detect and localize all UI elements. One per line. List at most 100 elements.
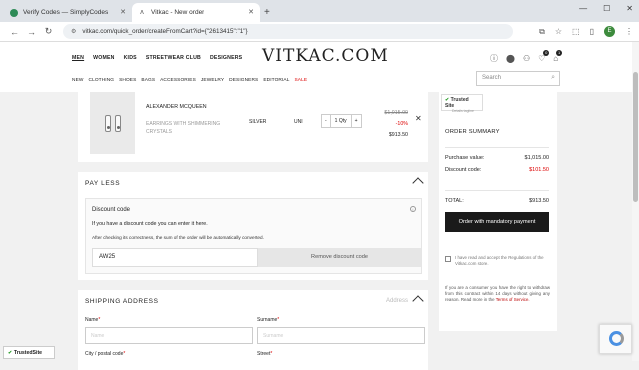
cart-icon[interactable]: ⌂ 1 — [553, 50, 563, 63]
window-close-icon[interactable]: ✕ — [626, 4, 633, 13]
city-label: City / postal code* — [85, 351, 126, 357]
info-icon[interactable]: i — [410, 206, 416, 212]
wishlist-icon[interactable]: ♡ 0 — [538, 50, 550, 63]
extensions-icon[interactable]: ⬚ — [572, 27, 580, 36]
recaptcha-badge[interactable] — [599, 324, 632, 354]
discount-code-input[interactable]: AW25 — [92, 248, 258, 267]
chevron-up-icon[interactable] — [412, 177, 424, 189]
earring-icon — [104, 114, 111, 132]
cat-accessories[interactable]: ACCESSORIES — [160, 78, 196, 83]
nav-streetwear-club[interactable]: STREETWEAR CLUB — [146, 55, 201, 61]
shipping-address-section: SHIPPING ADDRESS Address Name* Name Surn… — [78, 290, 428, 370]
chevron-up-icon[interactable] — [412, 295, 424, 307]
qty-plus-button[interactable]: + — [352, 118, 361, 124]
divider — [445, 147, 549, 148]
shipping-title: SHIPPING ADDRESS — [85, 298, 159, 305]
purchase-label: Purchase value: — [445, 155, 485, 161]
minimize-icon[interactable]: — — [579, 4, 587, 13]
cart-item: ALEXANDER MCQUEEN EARRINGS WITH SHIMMERI… — [78, 92, 428, 162]
old-price: $1,015.00 — [384, 110, 408, 116]
trusted-site-label: TrustedSite — [13, 350, 43, 356]
pay-less-section: PAY LESS Discount code i If you have a d… — [78, 172, 428, 280]
maximize-icon[interactable]: ☐ — [603, 4, 610, 13]
browser-tab-strip: Verify Codes — SimplyCodes ✕ ʌ Vitkac - … — [0, 0, 639, 22]
remove-discount-code-button[interactable]: Remove discount code — [258, 248, 421, 267]
accept-regulations: I have read and accept the Regulations o… — [445, 255, 550, 267]
tab-vitkac[interactable]: ʌ Vitkac - New order ✕ — [132, 3, 260, 22]
forward-icon[interactable]: → — [23, 27, 40, 37]
tab-title: Verify Codes — SimplyCodes — [23, 9, 109, 16]
nav-women[interactable]: WOMEN — [93, 55, 114, 61]
accept-text: I have read and accept the Regulations o… — [455, 255, 544, 266]
bookmark-star-icon[interactable]: ☆ — [555, 27, 562, 36]
qty-value[interactable]: 1 Qty — [329, 115, 352, 127]
simplycodes-favicon-icon — [10, 8, 18, 17]
window-controls: — ☐ ✕ — [579, 4, 633, 13]
cat-bags[interactable]: BAGS — [141, 78, 155, 83]
profile-avatar[interactable]: E — [604, 26, 615, 37]
back-icon[interactable]: ← — [6, 27, 23, 37]
us-flag-icon[interactable]: ⬤ — [506, 54, 515, 63]
header-icons: ⓘ ⬤ ⚇ ♡ 0 ⌂ 1 — [490, 50, 563, 64]
discount-hint: If you have a discount code you can ente… — [92, 221, 208, 227]
trusted-site-badge[interactable]: ✔ Trusted Site Details tagline — [441, 94, 483, 113]
cat-jewelry[interactable]: JEWELRY — [201, 78, 224, 83]
pay-less-title: PAY LESS — [85, 180, 121, 187]
cat-sale[interactable]: SALE — [294, 78, 307, 83]
discount-percent: -10% — [395, 121, 408, 127]
search-icon[interactable]: ⌕ — [551, 74, 555, 82]
address-link[interactable]: Address — [386, 298, 408, 304]
trusted-title: Trusted Site — [445, 97, 469, 109]
trusted-site-floating-badge[interactable]: ✔ TrustedSite — [3, 346, 55, 359]
help-icon[interactable]: ⓘ — [490, 53, 498, 64]
name-label: Name* — [85, 317, 101, 323]
scrollbar-thumb[interactable] — [633, 72, 638, 202]
check-icon: ✔ — [8, 350, 13, 356]
discount-value: $101.50 — [529, 167, 549, 173]
site-info-icon[interactable]: ⚙ — [71, 28, 76, 35]
accept-checkbox[interactable] — [445, 256, 451, 262]
close-tab-icon[interactable]: ✕ — [248, 8, 254, 16]
search-input[interactable]: Search ⌕ — [476, 71, 560, 86]
total-label: TOTAL: — [445, 198, 464, 204]
total-value: $913.50 — [529, 198, 549, 204]
cat-designers[interactable]: DESIGNERS — [229, 78, 258, 83]
order-with-payment-button[interactable]: Order with mandatory payment — [445, 212, 549, 232]
discount-label: Discount code: — [445, 167, 482, 173]
nav-men[interactable]: MEN — [72, 55, 84, 61]
reload-icon[interactable]: ↻ — [40, 26, 57, 37]
cat-editorial[interactable]: EDITORIAL — [263, 78, 289, 83]
product-name: EARRINGS WITH SHIMMERING CRYSTALS — [146, 121, 221, 135]
cat-clothing[interactable]: CLOTHING — [89, 78, 115, 83]
quantity-stepper: - 1 Qty + — [321, 114, 362, 128]
close-tab-icon[interactable]: ✕ — [120, 8, 126, 16]
product-image — [90, 92, 135, 154]
site-logo[interactable]: VITKAC.COM — [262, 46, 389, 66]
surname-label: Surname* — [257, 317, 280, 323]
url-text: vitkac.com/quick_order/createFromCart?id… — [82, 28, 248, 35]
page-scrollbar[interactable] — [632, 42, 639, 361]
order-summary-title: ORDER SUMMARY — [445, 129, 500, 135]
product-brand: ALEXANDER MCQUEEN — [146, 104, 207, 110]
tab-simplycodes[interactable]: Verify Codes — SimplyCodes ✕ — [4, 3, 132, 22]
sidebar-icon[interactable]: ▯ — [590, 27, 594, 36]
nav-kids[interactable]: KIDS — [124, 55, 137, 61]
checkout-main: ALEXANDER MCQUEEN EARRINGS WITH SHIMMERI… — [78, 92, 428, 370]
terms-of-service-link[interactable]: Terms of Service. — [496, 297, 530, 302]
url-field[interactable]: ⚙ vitkac.com/quick_order/createFromCart?… — [63, 24, 513, 39]
remove-item-icon[interactable]: ✕ — [415, 114, 422, 123]
vitkac-favicon-icon: ʌ — [138, 8, 146, 17]
name-field[interactable]: Name — [85, 327, 253, 344]
account-icon[interactable]: ⚇ — [523, 54, 530, 63]
address-bar: ← → ↻ ⚙ vitkac.com/quick_order/createFro… — [0, 22, 639, 42]
cat-new[interactable]: NEW — [72, 78, 84, 83]
order-summary-panel: ✔ Trusted Site Details tagline ORDER SUM… — [439, 92, 557, 331]
new-tab-button[interactable]: + — [264, 3, 270, 22]
cat-shoes[interactable]: SHOES — [119, 78, 136, 83]
qty-minus-button[interactable]: - — [322, 118, 330, 124]
translate-icon[interactable]: ⧉ — [539, 27, 545, 37]
surname-field[interactable]: Surname — [257, 327, 425, 344]
nav-designers[interactable]: DESIGNERS — [210, 55, 242, 61]
menu-kebab-icon[interactable]: ⋮ — [625, 27, 633, 36]
discount-row: Discount code: $101.50 — [445, 167, 549, 173]
